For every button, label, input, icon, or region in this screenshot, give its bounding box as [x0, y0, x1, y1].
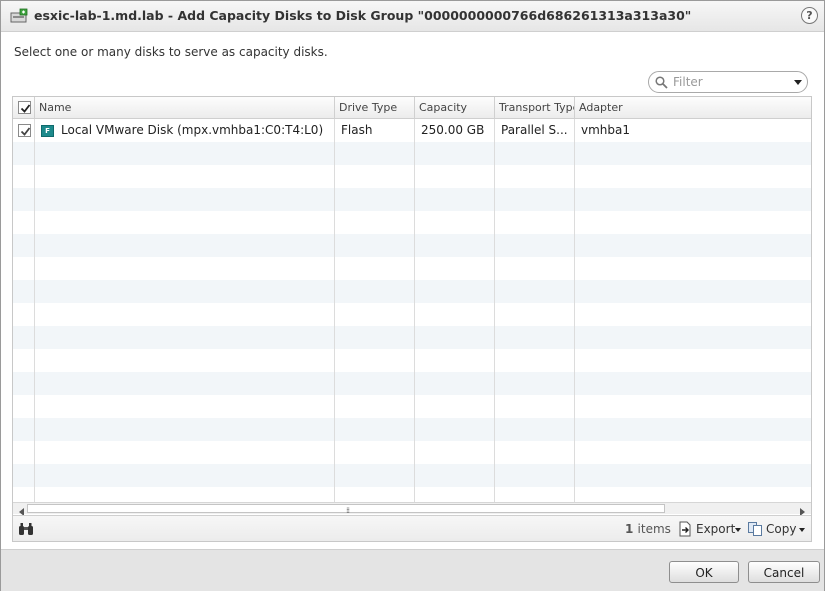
filter-input[interactable]	[671, 74, 789, 90]
scroll-left-icon[interactable]	[17, 505, 27, 516]
capacity: 250.00 GB	[421, 123, 485, 137]
disk-table: Name Drive Type Capacity Transport Type …	[12, 96, 812, 542]
empty-row	[13, 188, 811, 211]
scrollbar-thumb[interactable]: ⁞⁞	[27, 504, 665, 515]
empty-row	[13, 395, 811, 418]
empty-row	[13, 280, 811, 303]
column-header-adapter[interactable]: Adapter	[575, 97, 811, 119]
empty-row	[13, 418, 811, 441]
table-header: Name Drive Type Capacity Transport Type …	[13, 97, 811, 119]
empty-row	[13, 464, 811, 487]
row-checkbox[interactable]	[18, 124, 31, 137]
add-capacity-disks-dialog: esxic-lab-1.md.lab - Add Capacity Disks …	[0, 0, 825, 591]
chevron-down-icon	[799, 528, 805, 532]
binoculars-icon[interactable]	[18, 522, 34, 536]
empty-row	[13, 165, 811, 188]
filter-combo[interactable]	[648, 71, 808, 93]
select-all-checkbox[interactable]	[18, 101, 31, 114]
empty-row	[13, 211, 811, 234]
copy-icon	[747, 521, 763, 537]
copy-label: Copy	[766, 522, 797, 536]
select-all-cell	[13, 97, 35, 119]
empty-row	[13, 303, 811, 326]
column-divider	[34, 119, 35, 502]
disk-name: Local VMware Disk (mpx.vmhba1:C0:T4:L0)	[61, 123, 324, 137]
table-footer: 1 items Export Copy	[13, 515, 811, 541]
column-divider	[414, 119, 415, 502]
dialog-button-bar: OK Cancel	[1, 549, 824, 591]
column-divider	[334, 119, 335, 502]
column-header-name[interactable]: Name	[35, 97, 335, 119]
search-icon	[655, 76, 668, 89]
chevron-down-icon	[735, 528, 741, 532]
transport-type: Parallel S...	[501, 123, 568, 137]
ok-button[interactable]: OK	[669, 561, 739, 583]
empty-row	[13, 487, 811, 502]
empty-row	[13, 349, 811, 372]
help-icon[interactable]: ?	[801, 7, 818, 24]
copy-button[interactable]: Copy	[747, 520, 809, 538]
table-row[interactable]: F Local VMware Disk (mpx.vmhba1:C0:T4:L0…	[13, 119, 811, 142]
drive-type: Flash	[341, 123, 373, 137]
scroll-right-icon[interactable]	[797, 505, 807, 516]
export-icon	[677, 521, 693, 537]
export-button[interactable]: Export	[677, 520, 743, 538]
column-divider	[574, 119, 575, 502]
cancel-button[interactable]: Cancel	[748, 561, 820, 583]
empty-row	[13, 257, 811, 280]
column-header-drive-type[interactable]: Drive Type	[335, 97, 415, 119]
adapter: vmhba1	[581, 123, 631, 137]
empty-row	[13, 142, 811, 165]
dialog-titlebar: esxic-lab-1.md.lab - Add Capacity Disks …	[1, 1, 824, 32]
column-header-capacity[interactable]: Capacity	[415, 97, 495, 119]
flash-disk-icon: F	[41, 125, 54, 137]
item-count-label: items	[637, 522, 671, 536]
export-label: Export	[696, 522, 736, 536]
horizontal-scrollbar[interactable]: ⁞⁞	[13, 502, 811, 516]
empty-row	[13, 326, 811, 349]
dialog-title: esxic-lab-1.md.lab - Add Capacity Disks …	[34, 8, 692, 23]
host-icon	[10, 8, 28, 24]
empty-row	[13, 372, 811, 395]
column-divider	[494, 119, 495, 502]
item-count: 1 items	[625, 522, 671, 536]
column-header-transport-type[interactable]: Transport Type	[495, 97, 575, 119]
chevron-down-icon[interactable]	[794, 80, 802, 85]
instruction-text: Select one or many disks to serve as cap…	[14, 45, 328, 59]
item-count-value: 1	[625, 522, 634, 536]
grip-icon: ⁞⁞	[346, 506, 350, 515]
empty-row	[13, 234, 811, 257]
empty-row	[13, 441, 811, 464]
table-body: F Local VMware Disk (mpx.vmhba1:C0:T4:L0…	[13, 119, 811, 502]
